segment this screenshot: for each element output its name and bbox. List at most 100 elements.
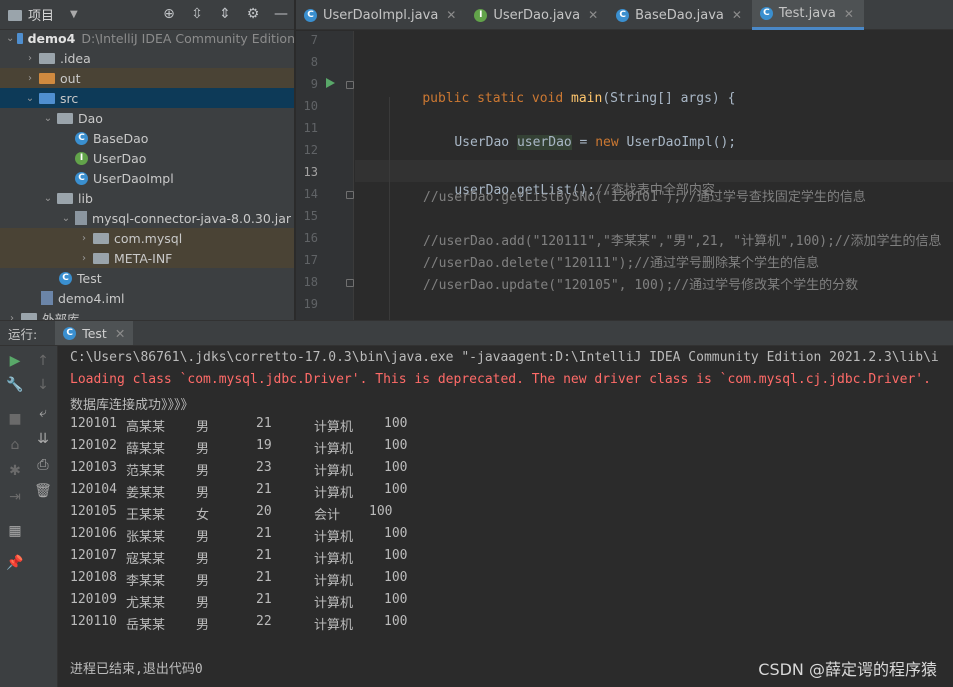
tree-item-userdaoimpl[interactable]: C UserDaoImpl xyxy=(0,168,294,188)
stop-icon[interactable]: ■ xyxy=(6,410,24,428)
tab-label: UserDao.java xyxy=(493,7,581,23)
pin-icon[interactable]: 📌 xyxy=(6,554,24,572)
arrow-down-icon[interactable]: ↓ xyxy=(34,376,52,394)
run-console[interactable]: C:\Users\86761\.jdks\corretto-17.0.3\bin… xyxy=(59,346,953,687)
wrench-icon[interactable]: 🔧 xyxy=(6,376,24,394)
tree-item-label: lib xyxy=(78,190,93,206)
class-icon: C xyxy=(75,171,88,185)
fold-icon[interactable] xyxy=(346,81,354,89)
exit-icon[interactable]: ⇥ xyxy=(6,488,24,506)
console-cell: 100 xyxy=(384,416,408,431)
tree-item-test[interactable]: C Test xyxy=(0,268,294,288)
tree-item-out[interactable]: › out xyxy=(0,68,294,88)
console-cell: 尤某某 xyxy=(126,596,166,611)
console-cell: 23 xyxy=(256,460,272,475)
trash-icon[interactable]: 🗑 xyxy=(34,482,52,500)
run-gutter-icon[interactable] xyxy=(326,78,335,88)
close-icon[interactable]: ✕ xyxy=(446,8,456,22)
arrow-up-icon[interactable]: ↑ xyxy=(34,352,52,370)
project-title[interactable]: 项目 xyxy=(28,5,54,24)
collapse-all-icon[interactable]: ⇕ xyxy=(216,6,234,22)
console-cell: 100 xyxy=(384,592,408,607)
tree-item-mysql-jar[interactable]: ⌄ mysql-connector-java-8.0.30.jar xyxy=(0,208,294,228)
chevron-down-icon[interactable]: ⌄ xyxy=(60,213,72,224)
console-cell: 计算机 xyxy=(314,530,354,545)
code-token: main xyxy=(571,91,603,106)
scroll-to-end-icon[interactable]: ⇊ xyxy=(34,430,52,448)
line-number: 8 xyxy=(310,55,318,69)
tree-item-idea[interactable]: › .idea xyxy=(0,48,294,68)
project-header: 项目 ▼ ⊕ ⇳ ⇕ ⚙ — xyxy=(0,0,294,30)
chevron-right-icon[interactable]: › xyxy=(78,233,90,244)
camera-icon[interactable]: ⌂ xyxy=(6,436,24,454)
tab-basedao[interactable]: C BaseDao.java ✕ xyxy=(608,0,752,30)
chevron-right-icon[interactable]: › xyxy=(24,73,36,84)
code-line-17: //userDao.delete("120111");//通过学号删除某个学生的… xyxy=(423,256,819,271)
module-folder-icon xyxy=(17,32,23,44)
tree-item-lib[interactable]: ⌄ lib xyxy=(0,188,294,208)
expand-all-icon[interactable]: ⇳ xyxy=(188,6,206,22)
close-icon[interactable]: ✕ xyxy=(588,8,598,22)
code-token: UserDaoImpl(); xyxy=(626,135,737,150)
code-editor[interactable]: public static void main(String[] args) {… xyxy=(355,31,953,320)
interface-icon: I xyxy=(75,151,88,165)
console-cell: 计算机 xyxy=(314,596,354,611)
tree-item-src[interactable]: ⌄ src xyxy=(0,88,294,108)
chevron-down-icon[interactable]: ⌄ xyxy=(42,113,54,124)
gear-icon[interactable]: ⚙ xyxy=(244,6,262,22)
locate-icon[interactable]: ⊕ xyxy=(160,6,178,22)
console-cell: 120101 xyxy=(70,416,117,431)
minimize-icon[interactable]: — xyxy=(272,6,290,22)
class-icon: C xyxy=(759,7,773,20)
console-cell: 21 xyxy=(256,482,272,497)
tab-label: BaseDao.java xyxy=(635,7,724,23)
tree-item-userdao[interactable]: I UserDao xyxy=(0,148,294,168)
soft-wrap-icon[interactable]: ⤶ xyxy=(34,404,52,422)
chevron-right-icon[interactable]: › xyxy=(6,313,18,321)
console-cell: 计算机 xyxy=(314,486,354,501)
chevron-down-icon[interactable]: ⌄ xyxy=(42,193,54,204)
console-cell: 男 xyxy=(196,596,210,611)
print-icon[interactable]: ⎙ xyxy=(34,456,52,474)
console-cell: 男 xyxy=(196,420,210,435)
close-icon[interactable]: ✕ xyxy=(115,326,125,341)
rerun-icon[interactable]: ▶ xyxy=(6,352,24,370)
indent-guide xyxy=(389,97,390,320)
tree-item-basedao[interactable]: C BaseDao xyxy=(0,128,294,148)
fold-icon[interactable] xyxy=(346,279,354,287)
chevron-right-icon[interactable]: › xyxy=(24,53,36,64)
console-cell: 19 xyxy=(256,438,272,453)
chevron-down-icon[interactable]: ▼ xyxy=(70,9,78,20)
layout-icon[interactable]: ▦ xyxy=(6,522,24,540)
run-tab-test[interactable]: C Test ✕ xyxy=(55,321,134,345)
code-token: public static void xyxy=(422,91,572,106)
tree-item-meta-inf[interactable]: › META-INF xyxy=(0,248,294,268)
tree-item-iml[interactable]: demo4.iml xyxy=(0,288,294,308)
tab-userdaoimpl[interactable]: C UserDaoImpl.java ✕ xyxy=(296,0,466,30)
fold-icon[interactable] xyxy=(346,191,354,199)
console-cell: 100 xyxy=(384,482,408,497)
chevron-down-icon[interactable]: ⌄ xyxy=(6,33,14,44)
tree-item-external-libs[interactable]: › 外部库 xyxy=(0,308,294,321)
tree-item-com-mysql[interactable]: › com.mysql xyxy=(0,228,294,248)
package-icon xyxy=(57,112,73,124)
close-icon[interactable]: ✕ xyxy=(732,8,742,22)
chevron-down-icon[interactable]: ⌄ xyxy=(24,93,36,104)
console-cell: 120109 xyxy=(70,592,117,607)
tree-item-label: UserDaoImpl xyxy=(93,170,174,186)
tab-userdao[interactable]: I UserDao.java ✕ xyxy=(466,0,608,30)
chevron-right-icon[interactable]: › xyxy=(78,253,90,264)
debug-icon[interactable]: ✱ xyxy=(6,462,24,480)
line-number: 16 xyxy=(303,231,318,245)
tree-item-label: com.mysql xyxy=(114,230,183,246)
console-exit: 进程已结束,退出代码0 xyxy=(70,662,203,677)
tree-item-dao[interactable]: ⌄ Dao xyxy=(0,108,294,128)
code-token: UserDao xyxy=(454,135,517,150)
run-panel-header: 运行: C Test ✕ xyxy=(0,320,953,346)
tree-item-demo4[interactable]: ⌄ demo4 D:\IntelliJ IDEA Community Editi… xyxy=(0,28,294,48)
tree-item-label: demo4.iml xyxy=(58,290,125,306)
folder-icon xyxy=(39,52,55,64)
console-cell: 120105 xyxy=(70,504,117,519)
close-icon[interactable]: ✕ xyxy=(844,7,854,21)
tab-test[interactable]: C Test.java ✕ xyxy=(751,0,864,30)
